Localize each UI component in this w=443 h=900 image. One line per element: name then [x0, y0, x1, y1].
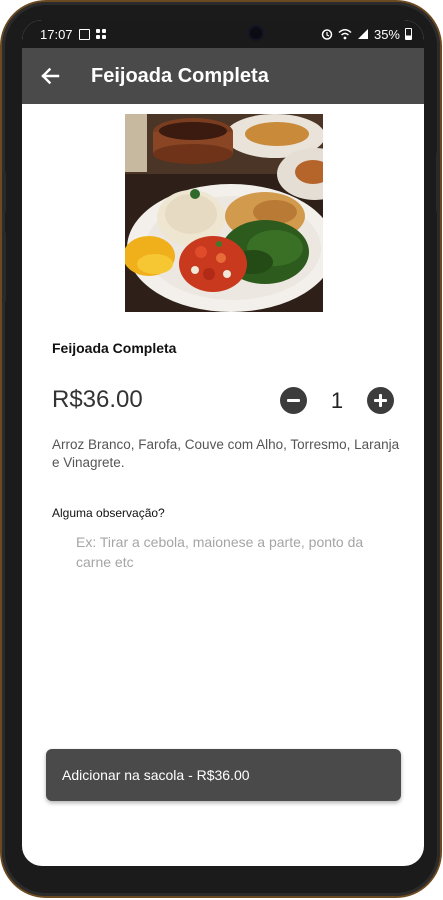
status-time: 17:07 [40, 26, 73, 42]
screen: 17:07 35% Feijoada Completa Feijoada Com… [22, 20, 424, 866]
phone-frame: 17:07 35% Feijoada Completa Feijoada Com… [2, 2, 440, 896]
feijoada-dish-image [125, 114, 323, 312]
minus-icon [287, 399, 300, 402]
volume-up-button [2, 172, 6, 212]
plus-icon-vertical [379, 394, 382, 407]
app-bar: Feijoada Completa [22, 48, 424, 104]
power-button [436, 152, 440, 212]
quantity-stepper: 1 [280, 387, 394, 414]
status-bar: 17:07 35% [22, 20, 424, 48]
product-image [125, 114, 323, 312]
decrease-quantity-button[interactable] [280, 387, 307, 414]
product-name: Feijoada Completa [52, 340, 177, 356]
battery-percent: 35% [373, 26, 400, 42]
front-camera [250, 27, 262, 39]
battery-icon [405, 28, 412, 40]
observation-input[interactable] [76, 532, 376, 580]
add-to-bag-button[interactable]: Adicionar na sacola - R$36.00 [46, 749, 401, 801]
volume-down-button [2, 232, 6, 302]
image-icon [78, 28, 90, 40]
arrow-left-icon [41, 67, 60, 85]
app-grid-icon [95, 29, 107, 39]
product-description: Arroz Branco, Farofa, Couve com Alho, To… [52, 437, 400, 470]
increase-quantity-button[interactable] [367, 387, 394, 414]
signal-icon [357, 29, 368, 39]
alarm-icon [321, 29, 333, 40]
wifi-icon [338, 29, 352, 40]
quantity-value: 1 [330, 387, 344, 413]
product-price: R$36.00 [52, 386, 143, 413]
page-title: Feijoada Completa [91, 64, 269, 87]
observation-label: Alguma observação? [52, 506, 165, 520]
back-button[interactable] [22, 48, 78, 104]
add-to-bag-label: Adicionar na sacola - R$36.00 [62, 767, 250, 783]
